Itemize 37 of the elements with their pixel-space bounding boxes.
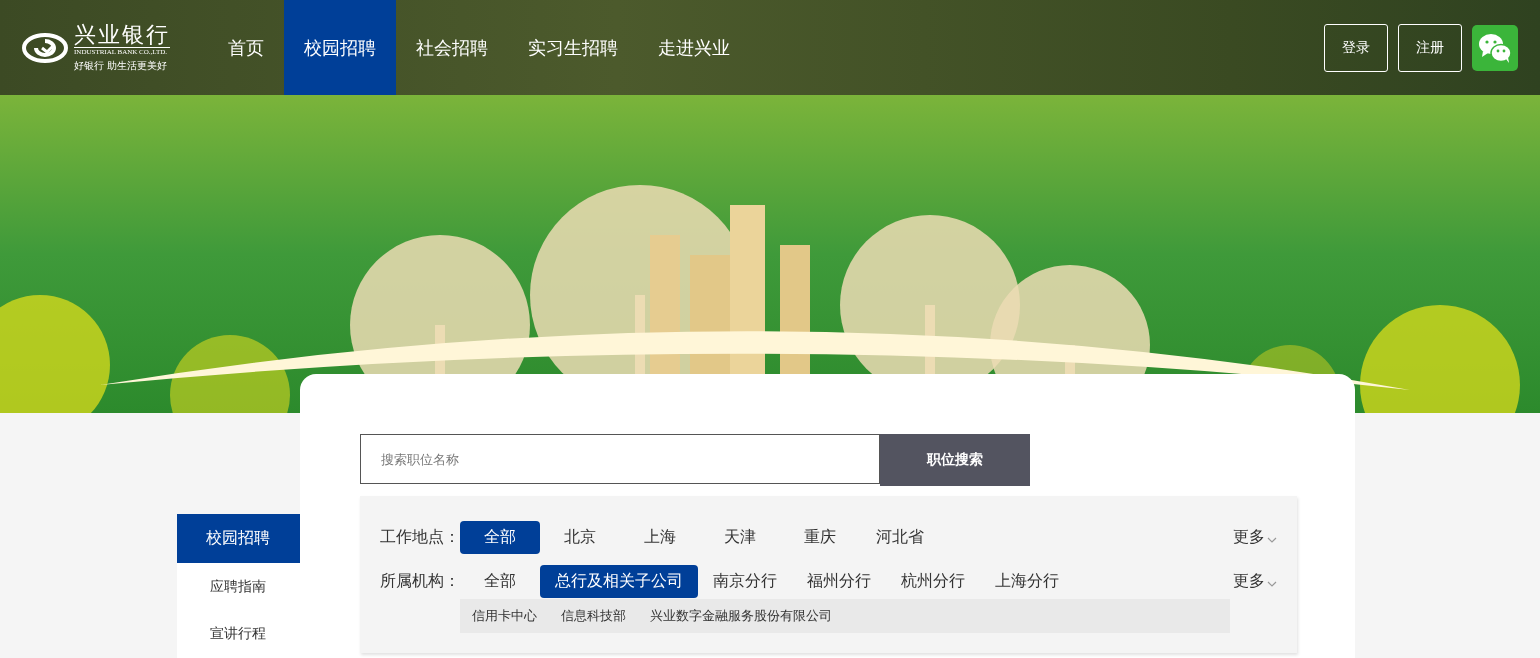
- sidebar-item[interactable]: 宣讲行程: [177, 610, 300, 658]
- sub-option-link[interactable]: 信息科技部: [561, 607, 626, 625]
- nav-tab[interactable]: 首页: [208, 0, 284, 95]
- filter-option[interactable]: 杭州分行: [886, 565, 980, 598]
- filter-option[interactable]: 福州分行: [792, 565, 886, 598]
- sidebar-item[interactable]: 应聘指南: [177, 563, 300, 611]
- filter-option[interactable]: 南京分行: [698, 565, 792, 598]
- logo-name: 兴业银行: [74, 23, 170, 47]
- nav-tab[interactable]: 实习生招聘: [508, 0, 638, 95]
- filter-option[interactable]: 上海: [620, 521, 700, 554]
- wechat-icon[interactable]: [1472, 24, 1518, 71]
- chevron-down-icon: [1267, 581, 1277, 588]
- filter-option[interactable]: 总行及相关子公司: [540, 565, 698, 598]
- filter-label: 工作地点：: [380, 527, 460, 547]
- logo-icon: [22, 32, 68, 63]
- filter-option[interactable]: 全部: [460, 521, 540, 554]
- search-field[interactable]: 搜索职位名称: [360, 434, 880, 484]
- filter-label: 所属机构：: [380, 571, 460, 591]
- nav-tab[interactable]: 走进兴业: [638, 0, 750, 95]
- search-button[interactable]: 职位搜索: [880, 434, 1030, 486]
- nav-tab[interactable]: 社会招聘: [396, 0, 508, 95]
- filter-option[interactable]: 河北省: [860, 521, 940, 554]
- nav-tab[interactable]: 校园招聘: [284, 0, 396, 95]
- logo-slogan: 好银行 助生活更美好: [74, 60, 168, 72]
- register-button[interactable]: 注册: [1398, 23, 1462, 72]
- login-button[interactable]: 登录: [1324, 23, 1388, 72]
- filter-option[interactable]: 天津: [700, 521, 780, 554]
- sidebar-item[interactable]: 校园招聘: [177, 514, 300, 564]
- chevron-down-icon: [1267, 537, 1277, 544]
- more-button[interactable]: 更多: [1233, 527, 1277, 548]
- filter-option[interactable]: 全部: [460, 565, 540, 598]
- sub-option-link[interactable]: 信用卡中心: [472, 607, 537, 625]
- filter-option[interactable]: 重庆: [780, 521, 860, 554]
- filter-option[interactable]: 北京: [540, 521, 620, 554]
- sub-option-link[interactable]: 兴业数字金融服务股份有限公司: [650, 607, 832, 625]
- filter-option[interactable]: 上海分行: [980, 565, 1074, 598]
- more-button[interactable]: 更多: [1233, 571, 1277, 592]
